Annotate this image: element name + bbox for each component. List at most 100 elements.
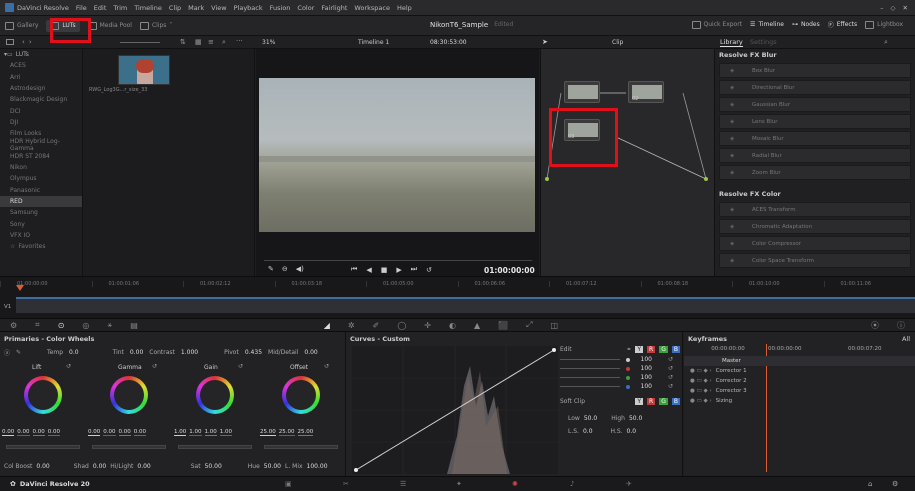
node-02[interactable]: 02 <box>628 81 664 103</box>
wheel-value[interactable]: 1.00 <box>174 429 187 436</box>
clip-mode-selector[interactable]: Clip <box>612 39 623 46</box>
menu-help[interactable]: Help <box>397 4 412 12</box>
output-node-dot[interactable] <box>704 177 708 181</box>
link-icon[interactable]: ⚭ <box>626 346 631 353</box>
section-color-header[interactable]: Resolve FX Color <box>715 188 915 200</box>
effect-item[interactable]: ◈ Directional Blur <box>719 80 911 95</box>
channel-value[interactable]: 100 <box>636 383 652 390</box>
tracker-icon[interactable]: ✛ <box>424 321 431 330</box>
keyframe-track[interactable]: ● ▭ ◆ › Corrector 2 <box>684 376 915 386</box>
pivot-value[interactable]: 0.435 <box>245 349 262 356</box>
grid-view-icon[interactable]: ▦ <box>195 38 202 46</box>
channel-slider[interactable] <box>560 386 620 387</box>
menu-clip[interactable]: Clip <box>169 4 181 12</box>
effect-item[interactable]: ◈ Color Space Transform <box>719 253 911 268</box>
more-icon[interactable]: ··· <box>236 37 243 45</box>
effect-item[interactable]: ◈ Box Blur <box>719 63 911 78</box>
node-01[interactable] <box>564 81 600 103</box>
lut-folder-item[interactable]: Blackmagic Design <box>0 94 82 105</box>
channel-slider[interactable] <box>560 368 620 369</box>
channel-b-button[interactable]: B <box>671 346 680 353</box>
section-blur-header[interactable]: Resolve FX Blur <box>715 49 915 61</box>
wheel-value[interactable]: 0.00 <box>2 429 15 436</box>
softclip-g-button[interactable]: G <box>659 398 668 405</box>
lut-folder-item[interactable]: Sony <box>0 218 82 229</box>
key-icon[interactable]: ⬛ <box>498 321 508 330</box>
play-icon[interactable]: ▶ <box>396 266 401 274</box>
quick-export-button[interactable]: Quick Export <box>691 20 742 29</box>
keyframe-track[interactable]: ● ▭ ◆ › Corrector 3 <box>684 386 915 396</box>
qualifier-icon[interactable]: ✐ <box>373 321 380 330</box>
reset-icon[interactable]: ↺ <box>668 365 673 372</box>
close-icon[interactable]: ✕ <box>903 4 908 12</box>
home-icon[interactable]: ⌂ <box>868 480 872 488</box>
track-expand-icon[interactable]: ● ▭ ◆ › <box>690 398 712 404</box>
menu-mark[interactable]: Mark <box>188 4 204 12</box>
ls-value[interactable]: 0.0 <box>583 428 593 435</box>
clips-button[interactable]: Clips ˅ <box>139 21 172 30</box>
timeline-button[interactable]: ☰ Timeline <box>750 20 784 29</box>
wheel-value[interactable]: 1.00 <box>219 429 232 436</box>
library-tab[interactable]: Library <box>720 38 743 47</box>
hilight-value[interactable]: 0.00 <box>137 463 150 470</box>
reverse-icon[interactable]: ◀ <box>366 266 371 274</box>
master-wheel-slider[interactable] <box>264 445 338 449</box>
lut-folder-item[interactable]: Olympus <box>0 173 82 184</box>
shad-value[interactable]: 0.00 <box>93 463 106 470</box>
color-wheel-lift[interactable]: Lift ↺ 0.00 0.00 0.00 0.00 <box>0 362 86 452</box>
forward-icon[interactable]: › <box>29 38 32 46</box>
sizing-icon[interactable]: ⤢ <box>526 320 532 330</box>
lut-folder-item[interactable]: DJI <box>0 117 82 128</box>
blur-icon[interactable]: ▲ <box>474 321 480 330</box>
effect-item[interactable]: ◈ Lens Blur <box>719 114 911 129</box>
channel-intensity-row[interactable]: 100 ↺ <box>560 356 680 363</box>
minimize-icon[interactable]: – <box>880 4 883 12</box>
curves-icon[interactable]: ◢ <box>324 321 330 330</box>
media-page-icon[interactable]: ▣ <box>285 480 292 488</box>
channel-value[interactable]: 100 <box>636 356 652 363</box>
lut-folder-item[interactable]: Samsung <box>0 207 82 218</box>
panel-toggle-icon[interactable] <box>6 39 14 45</box>
magic-mask-icon[interactable]: ◐ <box>449 321 456 330</box>
softclip-b-button[interactable]: B <box>671 398 680 405</box>
lut-folder-item[interactable]: HDR Hybrid Log-Gamma <box>0 138 82 152</box>
settings-tab[interactable]: Settings <box>750 38 777 46</box>
playhead-marker[interactable] <box>16 285 24 291</box>
channel-slider[interactable] <box>560 377 620 378</box>
loop-play-icon[interactable]: ↺ <box>426 266 432 274</box>
fairlight-page-icon[interactable]: ♪ <box>570 480 574 488</box>
reset-icon[interactable]: ↺ <box>324 363 329 370</box>
list-view-icon[interactable]: ≡ <box>208 38 214 46</box>
menu-playback[interactable]: Playback <box>234 4 263 12</box>
effect-item[interactable]: ◈ ACES Transform <box>719 202 911 217</box>
menu-color[interactable]: Color <box>297 4 314 12</box>
lut-folder-item[interactable]: Panasonic <box>0 185 82 196</box>
cut-page-icon[interactable]: ✂ <box>343 480 349 488</box>
channel-g-button[interactable]: G <box>659 346 668 353</box>
wheel-ring[interactable] <box>24 376 62 414</box>
picker-icon[interactable]: ✎ <box>16 349 21 356</box>
menu-edit[interactable]: Edit <box>94 4 107 12</box>
wheel-value[interactable]: 25.00 <box>278 429 295 436</box>
stop-icon[interactable]: ■ <box>381 266 388 274</box>
maximize-icon[interactable]: ◇ <box>891 4 896 12</box>
reset-icon[interactable]: ↺ <box>668 356 673 363</box>
track-expand-icon[interactable]: ● ▭ ◆ › <box>690 368 712 374</box>
motion-effects-icon[interactable]: ▤ <box>130 321 138 330</box>
lut-folder-item[interactable]: VFX IO <box>0 230 82 241</box>
reset-icon[interactable]: ↺ <box>668 383 673 390</box>
menu-workspace[interactable]: Workspace <box>354 4 390 12</box>
contrast-value[interactable]: 1.000 <box>181 349 198 356</box>
color-match-icon[interactable]: ⌗ <box>35 320 40 330</box>
gallery-button[interactable]: Gallery <box>5 21 38 30</box>
settings-icon[interactable]: ⚙ <box>892 480 898 488</box>
reset-icon[interactable]: ↺ <box>66 363 71 370</box>
wheel-value[interactable]: 25.00 <box>260 429 276 436</box>
clip-strip[interactable] <box>16 297 915 313</box>
track-expand-icon[interactable]: ● ▭ ◆ › <box>690 378 712 384</box>
camera-raw-icon[interactable]: ⚙ <box>10 321 17 330</box>
color-wheels-icon[interactable]: ⊙ <box>58 321 65 330</box>
last-frame-icon[interactable]: ⏭ <box>411 265 417 274</box>
color-wheel-offset[interactable]: Offset ↺ 25.00 25.00 25.00 <box>258 362 344 452</box>
wheel-value[interactable]: 1.00 <box>204 429 217 436</box>
